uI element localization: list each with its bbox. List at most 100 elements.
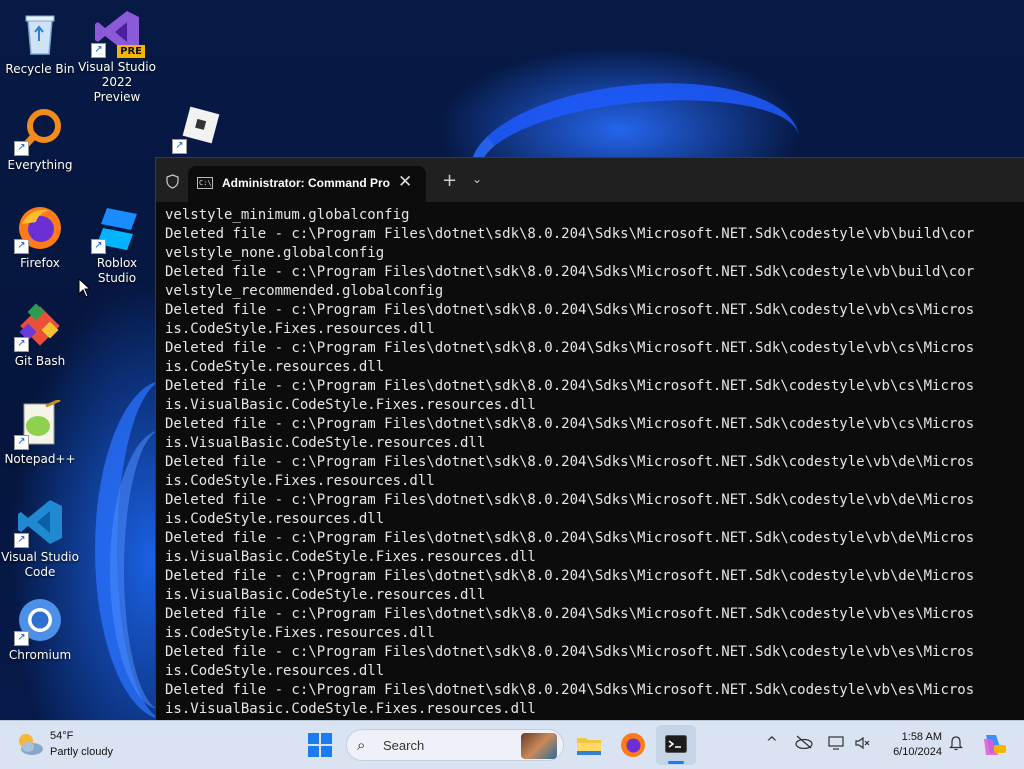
- taskbar: 54°F Partly cloudy ⌕ Search ^ 1:58 AM 6/…: [0, 720, 1024, 769]
- console-line: Deleted file - c:\Program Files\dotnet\s…: [165, 530, 975, 546]
- console-line: Deleted file - c:\Program Files\dotnet\s…: [165, 340, 975, 356]
- desktop-icon-firefox[interactable]: ↗ Firefox: [0, 204, 80, 271]
- desktop-icon-roblox[interactable]: ↗: [158, 104, 238, 156]
- console-line: velstyle_recommended.globalconfig: [165, 283, 444, 299]
- volume-muted-icon[interactable]: [854, 735, 870, 751]
- terminal-titlebar[interactable]: C:\ Administrator: Command Pro ✕ + ⌄: [156, 158, 1024, 202]
- file-explorer-icon[interactable]: [574, 730, 604, 760]
- firefox-icon[interactable]: [618, 730, 648, 760]
- desktop-icon-everything[interactable]: ↗ Everything: [0, 106, 80, 173]
- copilot-icon[interactable]: [980, 731, 1006, 757]
- console-line: is.VisualBasic.CodeStyle.resources.dll: [165, 435, 486, 451]
- command-prompt-icon: C:\: [197, 177, 213, 189]
- desktop-icon-label: Notepad++: [4, 452, 76, 466]
- mouse-cursor-icon: [78, 278, 90, 298]
- tab-command-prompt[interactable]: C:\ Administrator: Command Pro ✕: [188, 166, 426, 202]
- roblox-studio-icon: ↗: [91, 204, 141, 254]
- shortcut-arrow-icon: ↗: [14, 239, 29, 254]
- desktop-icon-git-bash[interactable]: ↗ Git Bash: [0, 302, 80, 369]
- console-line: is.CodeStyle.resources.dll: [165, 663, 385, 679]
- active-app-indicator: [668, 761, 684, 764]
- roblox-icon: ↗: [172, 104, 222, 154]
- start-button[interactable]: [308, 733, 332, 757]
- console-line: Deleted file - c:\Program Files\dotnet\s…: [165, 492, 975, 508]
- everything-search-icon: ↗: [14, 106, 64, 156]
- console-line: Deleted file - c:\Program Files\dotnet\s…: [165, 606, 975, 622]
- vscode-icon: ↗: [14, 498, 64, 548]
- desktop-icon-vscode[interactable]: ↗ Visual Studio Code: [0, 498, 80, 580]
- terminal-window[interactable]: C:\ Administrator: Command Pro ✕ + ⌄ vel…: [155, 157, 1024, 720]
- console-line: is.VisualBasic.CodeStyle.Fixes.resources…: [165, 397, 536, 413]
- console-line: Deleted file - c:\Program Files\dotnet\s…: [165, 682, 975, 698]
- console-line: is.CodeStyle.Fixes.resources.dll: [165, 473, 435, 489]
- console-line: Deleted file - c:\Program Files\dotnet\s…: [165, 226, 975, 242]
- desktop-icon-label: Git Bash: [14, 354, 66, 368]
- chevron-down-icon[interactable]: ⌄: [472, 172, 482, 186]
- close-tab-icon[interactable]: ✕: [398, 172, 412, 192]
- desktop-icon-notepad-plus-plus[interactable]: ↗ Notepad++: [0, 398, 80, 467]
- shortcut-arrow-icon: ↗: [14, 631, 29, 646]
- console-line: is.VisualBasic.CodeStyle.Fixes.resources…: [165, 701, 536, 717]
- show-hidden-icons-chevron-icon[interactable]: ^: [766, 735, 778, 751]
- console-line: is.CodeStyle.Fixes.resources.dll: [165, 625, 435, 641]
- search-placeholder: Search: [383, 738, 425, 753]
- new-tab-button[interactable]: +: [442, 170, 457, 191]
- search-highlight-image: [521, 733, 557, 759]
- desktop-icon-label: Firefox: [20, 256, 60, 270]
- desktop-icon-label: Recycle Bin: [5, 62, 75, 76]
- shortcut-arrow-icon: ↗: [14, 435, 29, 450]
- console-line: velstyle_none.globalconfig: [165, 245, 385, 261]
- terminal-taskbar-button[interactable]: [656, 725, 696, 765]
- notepad-plus-plus-icon: ↗: [14, 398, 64, 450]
- console-line: is.CodeStyle.resources.dll: [165, 359, 385, 375]
- console-line: is.VisualBasic.CodeStyle.resources.dll: [165, 587, 486, 603]
- desktop-icon-roblox-studio[interactable]: ↗ Roblox Studio: [77, 204, 157, 286]
- network-icon[interactable]: [828, 735, 844, 751]
- console-line: is.CodeStyle.resources.dll: [165, 511, 385, 527]
- shortcut-arrow-icon: ↗: [14, 141, 29, 156]
- clock-time: 1:58 AM: [901, 731, 942, 743]
- desktop-icon-label: Visual Studio Code: [1, 550, 79, 579]
- console-line: Deleted file - c:\Program Files\dotnet\s…: [165, 264, 975, 280]
- console-line: Deleted file - c:\Program Files\dotnet\s…: [165, 644, 975, 660]
- preview-badge: PRE: [117, 45, 145, 58]
- shortcut-arrow-icon: ↗: [14, 533, 29, 548]
- shortcut-arrow-icon: ↗: [172, 139, 187, 154]
- console-line: is.CodeStyle.Fixes.resources.dll: [165, 321, 435, 337]
- git-bash-icon: ↗: [14, 302, 64, 352]
- clock-date: 6/10/2024: [893, 746, 942, 758]
- chromium-icon: ↗: [14, 596, 64, 646]
- notification-bell-icon[interactable]: [949, 735, 963, 751]
- terminal-icon: [665, 735, 687, 753]
- console-output[interactable]: velstyle_minimum.globalconfig Deleted fil…: [165, 206, 1024, 718]
- recycle-bin-icon: [16, 10, 64, 58]
- desktop: Recycle Bin PRE ↗ Visual Studio 2022 Pre…: [0, 0, 1024, 720]
- partly-cloudy-icon[interactable]: [16, 731, 44, 757]
- shortcut-arrow-icon: ↗: [91, 43, 106, 58]
- desktop-icon-visual-studio-preview[interactable]: PRE ↗ Visual Studio 2022 Preview: [77, 8, 157, 105]
- visual-studio-icon: PRE ↗: [91, 8, 145, 58]
- desktop-icon-label: Chromium: [8, 648, 72, 662]
- weather-description[interactable]: Partly cloudy: [50, 746, 113, 758]
- weather-temperature[interactable]: 54°F: [50, 730, 73, 742]
- console-line: is.VisualBasic.CodeStyle.Fixes.resources…: [165, 549, 536, 565]
- console-line: Deleted file - c:\Program Files\dotnet\s…: [165, 568, 975, 584]
- desktop-icon-label: Visual Studio 2022 Preview: [78, 60, 156, 104]
- console-line: Deleted file - c:\Program Files\dotnet\s…: [165, 454, 975, 470]
- console-line: Deleted file - c:\Program Files\dotnet\s…: [165, 378, 975, 394]
- console-line: Deleted file - c:\Program Files\dotnet\s…: [165, 302, 975, 318]
- shortcut-arrow-icon: ↗: [14, 337, 29, 352]
- taskbar-clock[interactable]: 1:58 AM 6/10/2024: [880, 730, 942, 760]
- desktop-icon-recycle-bin[interactable]: Recycle Bin: [0, 10, 80, 77]
- tab-title: Administrator: Command Pro: [222, 176, 391, 190]
- onedrive-offline-icon[interactable]: [795, 735, 813, 749]
- taskbar-search-box[interactable]: ⌕ Search: [346, 729, 564, 761]
- firefox-icon: ↗: [14, 204, 64, 254]
- shortcut-arrow-icon: ↗: [91, 239, 106, 254]
- shield-icon: [166, 174, 179, 189]
- desktop-icon-chromium[interactable]: ↗ Chromium: [0, 596, 80, 663]
- console-line: Deleted file - c:\Program Files\dotnet\s…: [165, 416, 975, 432]
- search-icon: ⌕: [357, 736, 366, 754]
- console-line: velstyle_minimum.globalconfig: [165, 207, 410, 223]
- desktop-icon-label: Everything: [7, 158, 73, 172]
